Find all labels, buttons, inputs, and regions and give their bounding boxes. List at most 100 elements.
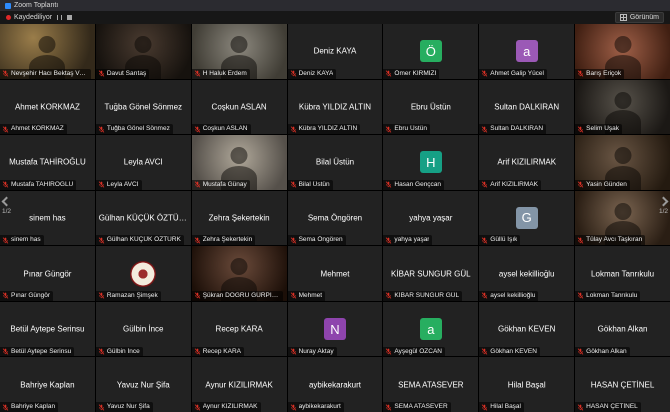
participant-display-name: Sema Öngören bbox=[290, 213, 379, 222]
participant-tile[interactable]: Bilal Üstün Bilal Üstün bbox=[288, 135, 383, 190]
page-indicator: 1/2 bbox=[659, 208, 668, 215]
participant-tile[interactable]: Zehra Şekertekin Zehra Şekertekin bbox=[192, 191, 287, 246]
person-silhouette-head bbox=[231, 36, 248, 53]
view-button[interactable]: Görünüm bbox=[615, 12, 664, 23]
participant-tile[interactable]: Coşkun ASLAN Coşkun ASLAN bbox=[192, 80, 287, 135]
participant-tile[interactable]: Sultan DALKIRAN Sultan DALKIRAN bbox=[479, 80, 574, 135]
participant-tile[interactable]: Kübra YILDIZ ALTIN Kübra YILDIZ ALTIN bbox=[288, 80, 383, 135]
participant-tile[interactable]: sinem has sinem has bbox=[0, 191, 95, 246]
participant-name-label: Gülhan KÜÇÜK ÖZTÜRK bbox=[96, 235, 184, 245]
participant-tile[interactable]: a Ayşegül ÖZCAN bbox=[383, 302, 478, 357]
participant-tile[interactable]: Recep KARA Recep KARA bbox=[192, 302, 287, 357]
muted-mic-icon bbox=[2, 181, 9, 188]
participant-tile[interactable]: HASAN ÇETİNEL HASAN ÇETİNEL bbox=[575, 357, 670, 412]
participant-name-label-text: HASAN ÇETİNEL bbox=[586, 403, 638, 411]
participant-display-name: Ebru Üstün bbox=[386, 102, 475, 111]
muted-mic-icon bbox=[481, 292, 488, 299]
participant-tile[interactable]: Yavuz Nur Şifa Yavuz Nur Şifa bbox=[96, 357, 191, 412]
muted-mic-icon bbox=[2, 348, 9, 355]
participant-tile[interactable]: Gülbin İnce Gülbin İnce bbox=[96, 302, 191, 357]
participant-name-label-text: SEMA ATASEVER bbox=[394, 403, 447, 411]
participant-name-label-text: Leyla AVCI bbox=[107, 181, 139, 189]
participant-tile[interactable]: Gülhan KÜÇÜK ÖZTÜRK Gülhan KÜÇÜK ÖZTÜRK bbox=[96, 191, 191, 246]
participant-tile[interactable]: Aynur KIZILIRMAK Aynur KIZILIRMAK bbox=[192, 357, 287, 412]
participant-tile[interactable]: Şükran DOĞRU GÜRPINAR bbox=[192, 246, 287, 301]
participant-tile[interactable]: Lokman Tanrıkulu Lokman Tanrıkulu bbox=[575, 246, 670, 301]
participant-tile[interactable]: Nevşehir Hacı Bektaş Veli Üniversitesi bbox=[0, 24, 95, 79]
participant-tile[interactable]: Ö Ömer KIRMIZI bbox=[383, 24, 478, 79]
participant-tile[interactable]: KİBAR SUNGUR GÜL KİBAR SUNGUR GÜL bbox=[383, 246, 478, 301]
participant-tile[interactable]: Pınar Güngör Pınar Güngör bbox=[0, 246, 95, 301]
participant-display-name: aybikekarakurt bbox=[290, 380, 379, 389]
muted-mic-icon bbox=[385, 237, 392, 244]
participant-display-name: Sultan DALKIRAN bbox=[482, 102, 571, 111]
pause-recording-icon[interactable] bbox=[57, 15, 62, 20]
participant-tile[interactable]: Ahmet KORKMAZ Ahmet KORKMAZ bbox=[0, 80, 95, 135]
recording-dot-icon bbox=[6, 15, 11, 20]
participant-name-label-text: Gökhan Alkan bbox=[586, 348, 626, 356]
participant-name-label: Ahmet Galip Yücel bbox=[479, 69, 547, 79]
participant-tile[interactable]: Selim Uşak bbox=[575, 80, 670, 135]
participant-tile[interactable]: Deniz KAYA Deniz KAYA bbox=[288, 24, 383, 79]
participant-name-label-text: Şükran DOĞRU GÜRPINAR bbox=[203, 292, 280, 300]
participant-name-label-text: Barış Eriçok bbox=[586, 70, 621, 78]
page-indicator: 1/2 bbox=[2, 208, 11, 215]
participant-tile[interactable]: Gökhan KEVEN Gökhan KEVEN bbox=[479, 302, 574, 357]
participant-tile[interactable]: Leyla AVCI Leyla AVCI bbox=[96, 135, 191, 190]
participant-name-label-text: Tülay Avcı Taşkıran bbox=[586, 236, 642, 244]
participant-tile[interactable]: Gökhan Alkan Gökhan Alkan bbox=[575, 302, 670, 357]
participant-tile[interactable]: Ramazan Şimşek bbox=[96, 246, 191, 301]
participant-tile[interactable]: Tülay Avcı Taşkıran bbox=[575, 191, 670, 246]
participant-name-label-text: yahya yaşar bbox=[394, 236, 429, 244]
participant-display-name: Yavuz Nur Şifa bbox=[99, 380, 188, 389]
muted-mic-icon bbox=[194, 404, 201, 411]
muted-mic-icon bbox=[98, 126, 105, 133]
participant-tile[interactable]: Hilal Başal Hilal Başal bbox=[479, 357, 574, 412]
participant-tile[interactable]: Betül Aytepe Serinsu Betül Aytepe Serins… bbox=[0, 302, 95, 357]
participant-name-label: Nevşehir Hacı Bektaş Veli Üniversitesi bbox=[0, 69, 91, 79]
participant-tile[interactable]: Tuğba Gönel Sönmez Tuğba Gönel Sönmez bbox=[96, 80, 191, 135]
participant-name-label: Aynur KIZILIRMAK bbox=[192, 402, 261, 412]
muted-mic-icon bbox=[290, 70, 297, 77]
participant-tile[interactable]: SEMA ATASEVER SEMA ATASEVER bbox=[383, 357, 478, 412]
muted-mic-icon bbox=[98, 348, 105, 355]
participant-name-label-text: Ömer KIRMIZI bbox=[394, 70, 436, 78]
person-silhouette-head bbox=[39, 36, 56, 53]
participant-tile[interactable]: Mehmet Mehmet bbox=[288, 246, 383, 301]
participant-tile[interactable]: Mustafa Günay bbox=[192, 135, 287, 190]
participant-name-label: Hilal Başal bbox=[479, 402, 524, 412]
participant-tile[interactable]: Sema Öngören Sema Öngören bbox=[288, 191, 383, 246]
participant-display-name: sinem has bbox=[3, 213, 92, 222]
participant-tile[interactable]: a Ahmet Galip Yücel bbox=[479, 24, 574, 79]
participant-name-label: Bahriye Kaplan bbox=[0, 402, 58, 412]
participant-tile[interactable]: N Nuray Aktay bbox=[288, 302, 383, 357]
participant-display-name: Pınar Güngör bbox=[3, 269, 92, 278]
muted-mic-icon bbox=[194, 126, 201, 133]
participant-tile[interactable]: H Haluk Erdem bbox=[192, 24, 287, 79]
participant-tile[interactable]: Arif KIZILIRMAK Arif KIZILIRMAK bbox=[479, 135, 574, 190]
participant-tile[interactable]: G Güllü Işık bbox=[479, 191, 574, 246]
participant-tile[interactable]: Ebru Üstün Ebru Üstün bbox=[383, 80, 478, 135]
participant-tile[interactable]: aybikekarakurt aybikekarakurt bbox=[288, 357, 383, 412]
next-page-button[interactable]: 1/2 bbox=[659, 198, 668, 215]
previous-page-button[interactable]: 1/2 bbox=[2, 198, 11, 215]
muted-mic-icon bbox=[2, 126, 9, 133]
muted-mic-icon bbox=[577, 237, 584, 244]
participant-name-label-text: Nevşehir Hacı Bektaş Veli Üniversitesi bbox=[11, 70, 88, 78]
stop-recording-icon[interactable] bbox=[67, 15, 72, 20]
participant-name-label: KİBAR SUNGUR GÜL bbox=[383, 291, 462, 301]
participant-tile[interactable]: Bahriye Kaplan Bahriye Kaplan bbox=[0, 357, 95, 412]
muted-mic-icon bbox=[194, 237, 201, 244]
participant-tile[interactable]: yahya yaşar yahya yaşar bbox=[383, 191, 478, 246]
participant-tile[interactable]: aysel kekillioğlu aysel kekillioğlu bbox=[479, 246, 574, 301]
participant-tile[interactable]: Yasin Günden bbox=[575, 135, 670, 190]
muted-mic-icon bbox=[290, 404, 297, 411]
participant-tile[interactable]: Mustafa TAHİROĞLU Mustafa TAHİROĞLU bbox=[0, 135, 95, 190]
participant-tile[interactable]: H Hasan Gençcan bbox=[383, 135, 478, 190]
participant-name-label: H Haluk Erdem bbox=[192, 69, 250, 79]
participant-name-label: Gökhan KEVEN bbox=[479, 347, 540, 357]
muted-mic-icon bbox=[98, 70, 105, 77]
participant-tile[interactable]: Barış Eriçok bbox=[575, 24, 670, 79]
participant-tile[interactable]: Davut Sarıtaş bbox=[96, 24, 191, 79]
participant-display-name: Aynur KIZILIRMAK bbox=[195, 380, 284, 389]
